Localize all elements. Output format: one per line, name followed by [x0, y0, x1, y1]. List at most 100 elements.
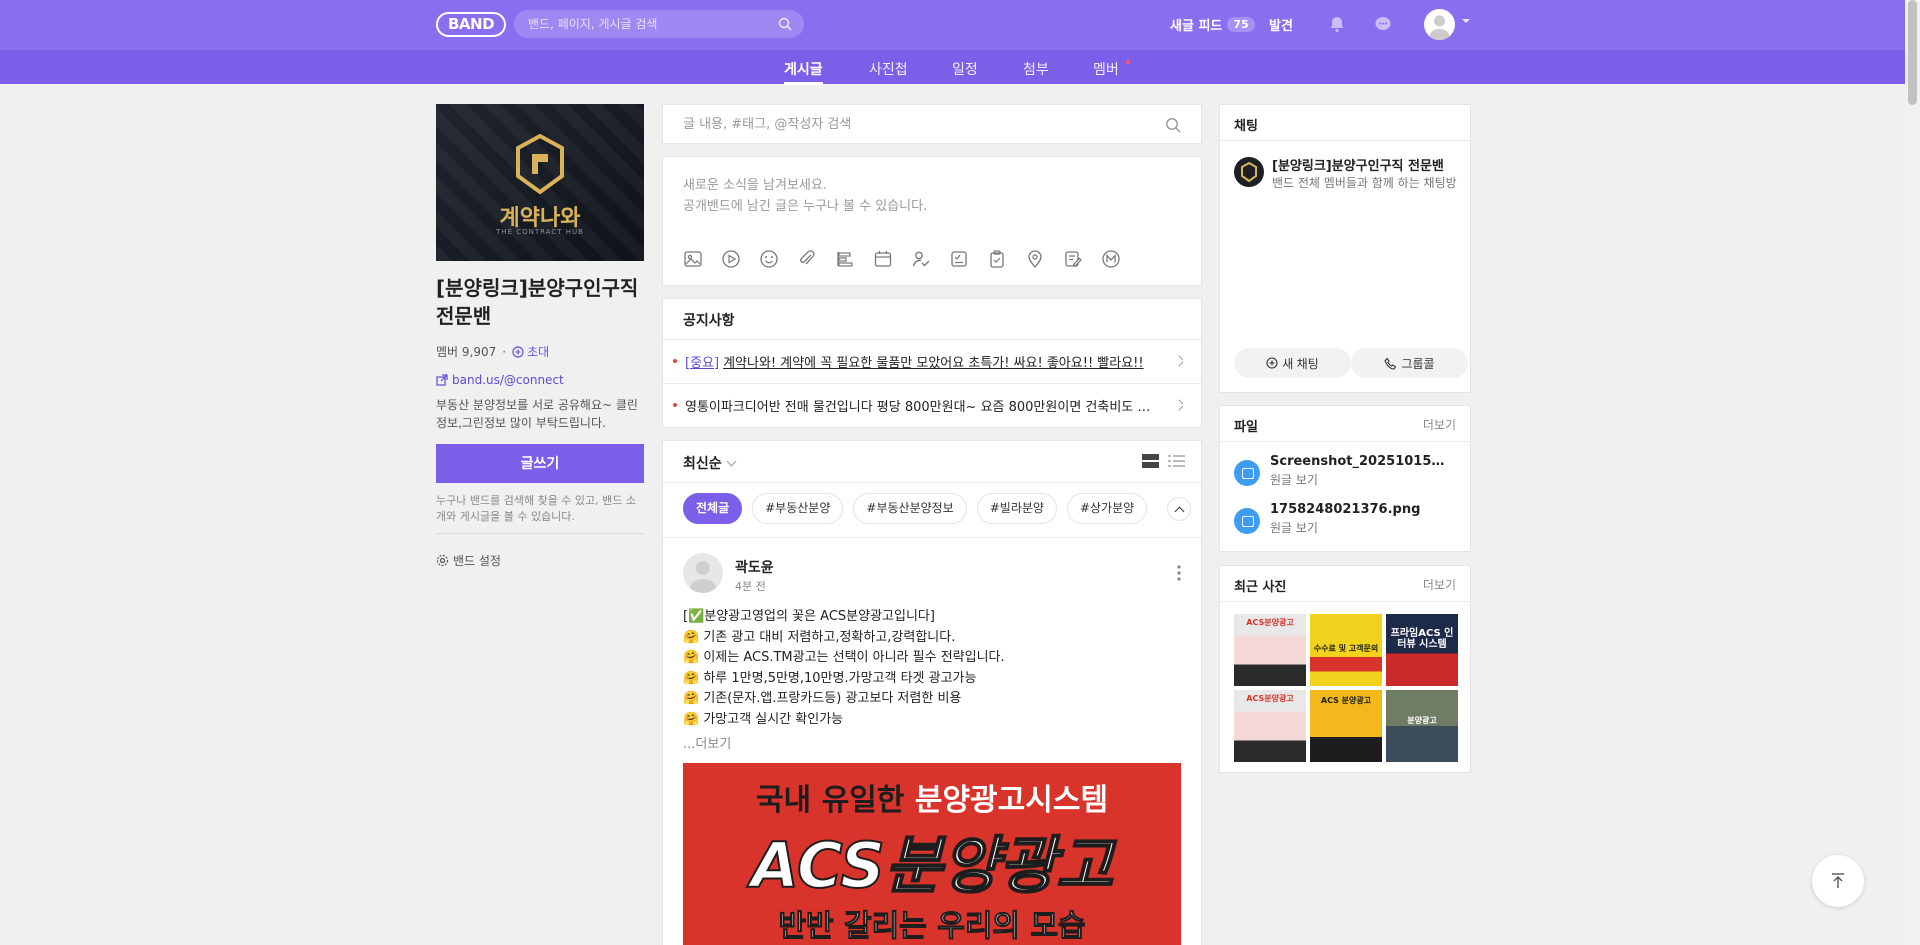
calendar-icon[interactable] [873, 249, 893, 269]
photo-thumbnail[interactable]: ACS분양광고 [1234, 614, 1306, 686]
tab-posts[interactable]: 게시글 [784, 59, 823, 85]
card-view-icon[interactable] [1142, 454, 1159, 468]
list-view-icon[interactable] [1168, 454, 1185, 468]
photo-thumbnail[interactable]: 프라임ACS 인터뷰 시스템 [1386, 614, 1458, 686]
more-options-icon[interactable] [1177, 565, 1181, 581]
bell-icon[interactable] [1327, 14, 1347, 34]
chip-all[interactable]: 전체글 [683, 493, 743, 524]
notice-item[interactable]: [중요] 계약나와! 계약에 꼭 필요한 물품만 모았어요 초특가! 싸요! 좋… [673, 339, 1183, 383]
band-description: 부동산 분양정보를 서로 공유해요~ 클린정보,그린정보 많이 부탁드립니다. [436, 398, 638, 430]
search-icon[interactable] [1165, 117, 1181, 133]
top-bar [0, 0, 1920, 50]
poll-icon[interactable] [835, 249, 855, 269]
profile-menu-caret-icon[interactable] [1462, 19, 1470, 23]
sort-dropdown[interactable]: 최신순 [683, 453, 737, 473]
tab-members[interactable]: 멤버 [1093, 59, 1119, 79]
post-image-headline: 국내 유일한 분양광고시스템 [683, 775, 1181, 819]
photo-thumbnail[interactable]: 분양광고 [1386, 690, 1458, 762]
video-icon[interactable] [721, 249, 741, 269]
location-pin-icon[interactable] [1025, 249, 1045, 269]
files-more-link[interactable]: 더보기 [1423, 416, 1456, 433]
global-search[interactable] [514, 10, 804, 38]
file-item[interactable]: 1758248021376.png 원글 보기 [1234, 502, 1450, 536]
post-image[interactable]: 국내 유일한 분양광고시스템 ACS분양광고 반반 갈리는 우리의 모습 [683, 763, 1181, 945]
chip-hashtag[interactable]: #부동산분양 [752, 493, 844, 524]
band-link-text: band.us/@connect [452, 373, 564, 387]
post-author-avatar[interactable] [683, 553, 723, 593]
attendance-check-icon[interactable] [911, 249, 931, 269]
scrollbar-thumb[interactable] [1908, 0, 1917, 105]
chat-bubble-icon[interactable] [1373, 14, 1393, 34]
post-line: 🤗 기존 광고 대비 저렴하고,정확하고,강력합니다. [683, 629, 956, 645]
post-line: 🤗 가망고객 실시간 확인가능 [683, 711, 844, 727]
tab-photos[interactable]: 사진첩 [869, 59, 908, 79]
photo-icon[interactable] [683, 249, 703, 269]
post-image-subtitle: 반반 갈리는 우리의 모습 [778, 909, 1086, 945]
global-search-input[interactable] [528, 10, 768, 38]
post-composer[interactable]: 새로운 소식을 남겨보세요. 공개밴드에 남긴 글은 누구나 볼 수 있습니다. [662, 156, 1202, 286]
notice-bullet [673, 359, 677, 363]
photo-thumbnail[interactable]: ACS 분양광고 [1310, 690, 1382, 762]
new-chat-label: 새 채팅 [1282, 356, 1319, 371]
file-source-link[interactable]: 원글 보기 [1270, 519, 1450, 536]
file-source-link[interactable]: 원글 보기 [1270, 471, 1450, 488]
photos-more-link[interactable]: 더보기 [1423, 576, 1456, 593]
photo-thumbnail[interactable]: ACS분양광고 [1234, 690, 1306, 762]
notice-text: 영통이파크디어반 전매 물건입니다 평당 800만원대~ 요즘 800만원이면 … [685, 399, 1161, 415]
write-post-button[interactable]: 글쓰기 [436, 444, 644, 483]
scroll-to-top-button[interactable] [1812, 855, 1864, 907]
file-name: 1758248021376.png [1270, 502, 1421, 517]
member-count[interactable]: 멤버 9,907 [436, 343, 496, 360]
recent-photos-panel: 최근 사진 더보기 ACS분양광고 수수료 및 고객문의 프라임ACS 인터뷰 … [1219, 565, 1471, 773]
tab-schedule[interactable]: 일정 [952, 59, 978, 79]
chip-hashtag[interactable]: #상가분양 [1066, 493, 1148, 524]
band-settings-link[interactable]: 밴드 설정 [436, 552, 501, 569]
photo-grid: ACS분양광고 수수료 및 고객문의 프라임ACS 인터뷰 시스템 ACS분양광… [1234, 614, 1458, 762]
page-scrollbar[interactable] [1905, 0, 1920, 945]
chip-hashtag[interactable]: #빌라분양 [976, 493, 1057, 524]
collapse-chips-button[interactable] [1167, 497, 1191, 521]
new-feed-button[interactable]: 새글 피드 75 [1170, 15, 1255, 34]
markdown-m-icon[interactable] [1101, 249, 1121, 269]
invite-button[interactable]: 초대 [512, 343, 549, 360]
attachment-clip-icon[interactable] [797, 249, 817, 269]
chip-hashtag[interactable]: #부동산분양정보 [853, 493, 967, 524]
chat-room-preview: 밴드 전체 멤버들과 함께 하는 채팅방 [1272, 176, 1457, 190]
file-item[interactable]: Screenshot_20251015_150212.png 원글 보기 [1234, 454, 1450, 488]
phone-icon [1384, 357, 1397, 370]
photo-thumbnail[interactable]: 수수료 및 고객문의 [1310, 614, 1382, 686]
post-author-name[interactable]: 곽도윤 [735, 557, 774, 577]
band-link[interactable]: band.us/@connect [436, 373, 564, 387]
contract-hub-logo-icon [1241, 161, 1257, 183]
post-image-headline-b: 분양광고시스템 [914, 783, 1109, 818]
post-line: [✅분양광고영업의 꽃은 ACS분양광고입니다] [683, 609, 935, 624]
chevron-right-icon [1173, 399, 1183, 411]
hashtag-filter-bar: 전체글 #부동산분양 #부동산분양정보 #빌라분양 #상가분양 [683, 493, 1148, 524]
user-silhouette-icon [1429, 15, 1450, 40]
quiz-icon[interactable] [949, 249, 969, 269]
post-search-bar [662, 104, 1202, 144]
band-title[interactable]: [분양링크]분양구인구직 전문밴 [436, 274, 646, 330]
tab-attachments[interactable]: 첨부 [1023, 59, 1049, 79]
photo-caption: 수수료 및 고객문의 [1313, 644, 1379, 653]
band-cover-image[interactable]: 계약나와 THE CONTRACT HUB [436, 104, 644, 261]
contract-hub-logo-icon [516, 134, 564, 194]
post-image-headline-a: 국내 유일한 [755, 783, 915, 818]
post-search-input[interactable] [683, 105, 1153, 143]
composer-placeholder[interactable]: 새로운 소식을 남겨보세요. 공개밴드에 남긴 글은 누구나 볼 수 있습니다. [683, 175, 927, 217]
group-call-button[interactable]: 그룹콜 [1351, 348, 1468, 378]
todo-clipboard-icon[interactable] [987, 249, 1007, 269]
search-icon[interactable] [778, 17, 792, 31]
band-logo[interactable]: BAND [436, 12, 506, 37]
read-more-link[interactable]: ...더보기 [683, 733, 731, 752]
discover-link[interactable]: 발견 [1269, 15, 1293, 34]
emoji-icon[interactable] [759, 249, 779, 269]
chat-room-avatar[interactable] [1234, 157, 1264, 187]
post-line: 🤗 기존(문자.앱.프랑카드등) 광고보다 저렴한 비용 [683, 691, 962, 706]
memo-edit-icon[interactable] [1063, 249, 1083, 269]
post-body[interactable]: [✅분양광고영업의 꽃은 ACS분양광고입니다] 🤗 기존 광고 대비 저렴하고… [683, 607, 1183, 730]
notice-item[interactable]: 영통이파크디어반 전매 물건입니다 평당 800만원대~ 요즘 800만원이면 … [673, 383, 1183, 427]
new-chat-button[interactable]: 새 채팅 [1234, 348, 1351, 378]
profile-avatar[interactable] [1424, 9, 1455, 40]
chat-room-name[interactable]: [분양링크]분양구인구직 전문밴 [1272, 155, 1462, 174]
